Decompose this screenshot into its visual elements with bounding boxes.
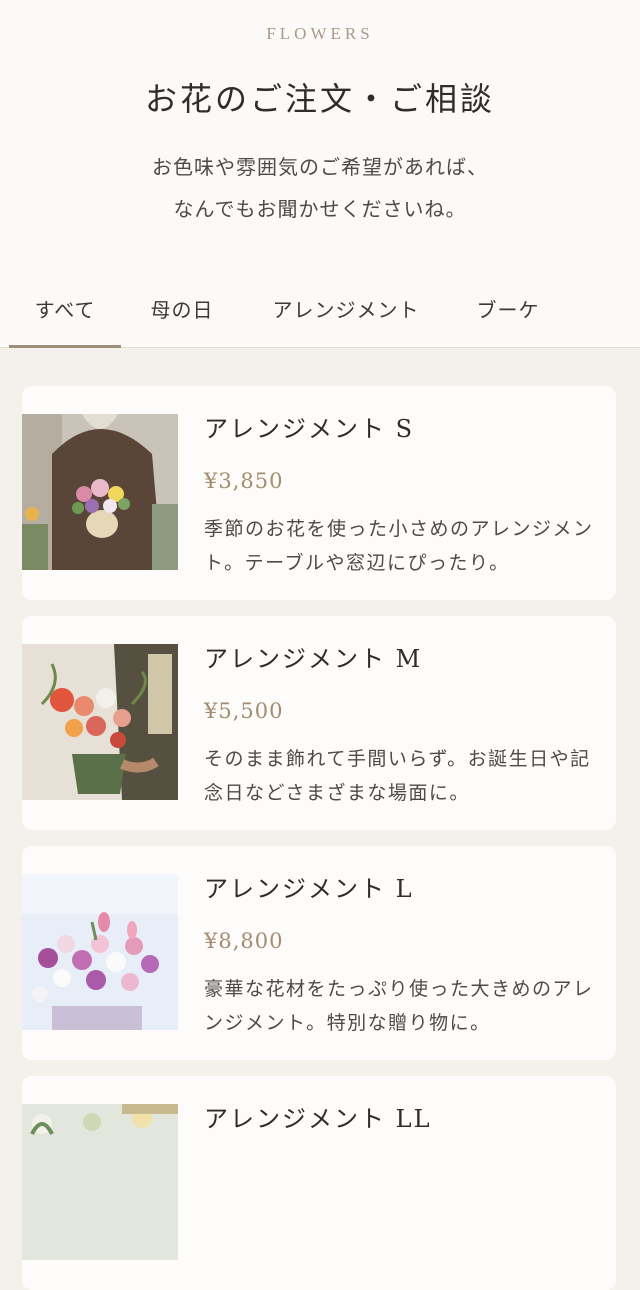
tab-bouquet[interactable]: ブーケ [464,280,552,348]
product-info: アレンジメント M ¥5,500 そのまま飾れて手間いらず。お誕生日や記念日など… [204,642,600,810]
subtitle-line: お色味や雰囲気のご希望があれば、 [152,155,488,179]
product-price: ¥8,800 [204,929,284,953]
product-description: 豪華な花材をたっぷり使った大きめのアレンジメント。特別な贈り物に。 [204,978,594,1034]
category-tabs: すべて 母の日 アレンジメント ブーケ [0,280,640,348]
tab-all[interactable]: すべて [9,280,121,348]
product-photo-arrangement-m [22,644,178,800]
product-card[interactable]: アレンジメント LL [22,1076,616,1290]
tab-arrangement[interactable]: アレンジメント [256,280,436,348]
product-card[interactable]: アレンジメント S ¥3,850 季節のお花を使った小さめのアレンジメント。テー… [22,386,616,600]
product-photo-arrangement-l [22,874,178,1030]
product-price: ¥3,850 [204,469,284,493]
section-eyebrow: FLOWERS [266,24,374,43]
product-photo-arrangement-s [22,414,178,570]
product-name: アレンジメント S [204,415,415,443]
product-name: アレンジメント L [204,875,414,903]
page-header: FLOWERS お花のご注文・ご相談 お色味や雰囲気のご希望があれば、 なんでも… [0,0,640,348]
subtitle-line: なんでもお聞かせくださいね。 [173,197,467,221]
tab-mothers-day[interactable]: 母の日 [136,280,228,348]
product-image [22,1104,178,1260]
product-image [22,644,178,800]
product-info: アレンジメント LL [204,1102,600,1156]
product-photo-arrangement-ll [22,1104,178,1260]
product-name: アレンジメント LL [204,1105,432,1133]
product-name: アレンジメント M [204,645,423,673]
page-title: お花のご注文・ご相談 [144,80,495,118]
product-image [22,414,178,570]
product-info: アレンジメント L ¥8,800 豪華な花材をたっぷり使った大きめのアレンジメン… [204,872,600,1040]
product-card[interactable]: アレンジメント L ¥8,800 豪華な花材をたっぷり使った大きめのアレンジメン… [22,846,616,1060]
product-price: ¥5,500 [204,699,284,723]
page-subtitle: お色味や雰囲気のご希望があれば、 なんでもお聞かせくださいね。 [0,146,640,230]
product-description: そのまま飾れて手間いらず。お誕生日や記念日などさまざまな場面に。 [204,748,591,804]
product-image [22,874,178,1030]
product-card[interactable]: アレンジメント M ¥5,500 そのまま飾れて手間いらず。お誕生日や記念日など… [22,616,616,830]
product-description: 季節のお花を使った小さめのアレンジメント。テーブルや窓辺にぴったり。 [204,518,594,574]
product-info: アレンジメント S ¥3,850 季節のお花を使った小さめのアレンジメント。テー… [204,412,600,580]
